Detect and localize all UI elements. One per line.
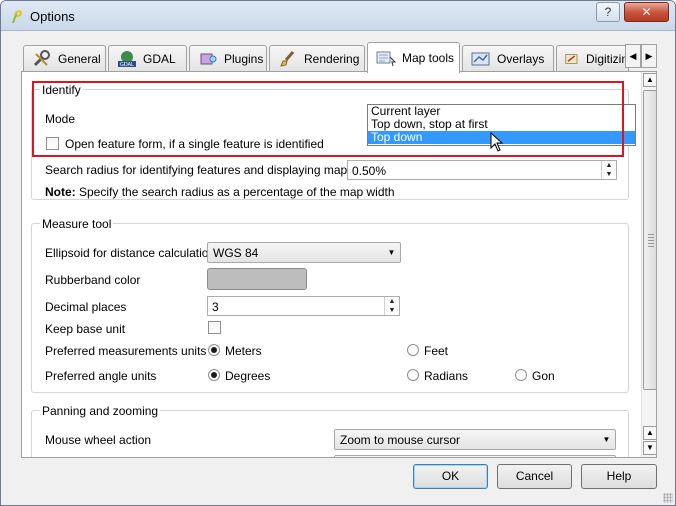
decimal-label: Decimal places [45,300,127,314]
search-radius-value: 0.50% [352,164,387,178]
map-tools-panel: Identify Mode Current layer Top down, st… [21,71,657,458]
feet-label: Feet [424,344,449,358]
feet-radio[interactable] [407,344,419,356]
rubberband-color-button[interactable] [207,268,307,290]
chevron-down-icon: ▼ [387,248,396,257]
spin-down-icon[interactable]: ▼ [602,170,616,179]
help-title-button[interactable]: ? [596,2,620,22]
map-tools-icon [376,51,396,67]
measure-units-label: Preferred measurements units [45,344,207,358]
note-text: Note: Specify the search radius as a per… [45,185,395,199]
wheel-action-combo[interactable]: Zoom to mouse cursor ▼ [334,429,616,450]
tab-gdal[interactable]: GDAL GDAL [108,45,187,72]
overlays-icon [471,52,490,66]
search-radius-label: Search radius for identifying features a… [45,163,370,177]
gdal-globe-icon: GDAL [118,51,136,68]
window-title: Options [30,9,75,24]
tab-label: Digitizin [585,52,628,66]
tab-map-tools[interactable]: Map tools [367,42,460,73]
scroll-down-icon[interactable]: ▼ [643,441,656,455]
wheel-action-value: Zoom to mouse cursor [340,433,461,447]
tab-label: Overlays [497,52,545,66]
tab-plugins[interactable]: Plugins [189,45,267,72]
open-form-label: Open feature form, if a single feature i… [65,137,324,151]
scroll-up-icon[interactable]: ▲ [643,73,656,87]
tab-general[interactable]: General [23,45,106,72]
tab-bar: General GDAL GDAL Plugins Rendering Map … [21,42,657,73]
gon-label: Gon [532,369,555,383]
gon-radio[interactable] [515,369,527,381]
spin-up-icon[interactable]: ▲ [385,297,399,306]
scroll-up-icon-bottom[interactable]: ▲ [643,426,656,440]
grip-icon [648,234,654,248]
spin-buttons: ▲ ▼ [384,297,399,315]
radians-radio[interactable] [407,369,419,381]
search-radius-spinbox[interactable]: 0.50% ▲ ▼ [347,160,617,180]
radians-label: Radians [424,369,469,383]
tab-scroll-right-button[interactable]: ▶ [641,44,657,68]
tab-rendering[interactable]: Rendering [269,45,365,72]
meters-label: Meters [225,344,262,358]
spin-buttons: ▲ ▼ [601,161,616,179]
note-bold: Note: [45,185,76,199]
options-dialog: Options ? ✕ General GDAL GDAL Plugins Re… [0,0,676,506]
tab-label: Rendering [304,52,360,66]
chevron-down-icon: ▼ [602,435,611,444]
tab-label: Plugins [224,52,264,66]
angle-units-label: Preferred angle units [45,369,157,383]
title-bar: Options ? ✕ [1,1,675,31]
identify-group-title: Identify [40,83,83,97]
panning-group-title: Panning and zooming [40,404,161,418]
wrench-icon [33,50,50,67]
note-body: Specify the search radius as a percentag… [75,185,395,199]
keep-unit-label: Keep base unit [45,322,126,336]
tab-overlays[interactable]: Overlays [462,45,554,72]
degrees-radio[interactable] [208,369,220,381]
wheel-action-label: Mouse wheel action [45,433,152,447]
close-button[interactable]: ✕ [624,2,669,22]
rubberband-color-swatch [210,271,304,287]
decimal-spinbox[interactable]: 3 ▲ ▼ [207,296,400,316]
ellipsoid-combo[interactable]: WGS 84 ▼ [207,242,401,263]
tab-label: General [58,52,101,66]
panel-scrollbar[interactable]: ▲ ▲ ▼ [641,72,656,457]
measure-group-title: Measure tool [40,217,114,231]
spin-down-icon[interactable]: ▼ [385,306,399,315]
tab-label: GDAL [143,52,176,66]
plugin-icon [200,53,217,65]
mouse-cursor-icon [490,132,504,152]
ellipsoid-value: WGS 84 [213,246,259,260]
help-button[interactable]: Help [581,464,657,489]
mode-label: Mode [45,112,76,126]
resize-grip-icon[interactable] [663,493,673,503]
brush-icon [280,51,295,67]
open-form-checkbox[interactable] [46,137,59,150]
ok-button[interactable]: OK [413,464,488,489]
keep-unit-checkbox[interactable] [208,321,221,334]
degrees-label: Degrees [225,369,271,383]
scrollbar-thumb[interactable] [643,90,656,390]
ellipsoid-label: Ellipsoid for distance calculations [45,246,222,260]
tab-scroll-left-button[interactable]: ◀ [625,44,641,68]
svg-text:GDAL: GDAL [120,62,134,68]
cancel-button[interactable]: Cancel [497,464,572,489]
meters-radio[interactable] [208,344,220,356]
tab-digitizing[interactable]: Digitizin [556,45,629,72]
tab-label: Map tools [402,51,455,65]
decimal-value: 3 [212,300,219,314]
zoom-factor-combo-partial[interactable] [334,455,616,457]
digitizing-icon [565,54,578,64]
qgis-app-icon [12,10,23,23]
spin-up-icon[interactable]: ▲ [602,161,616,170]
rubberband-label: Rubberband color [45,273,141,287]
